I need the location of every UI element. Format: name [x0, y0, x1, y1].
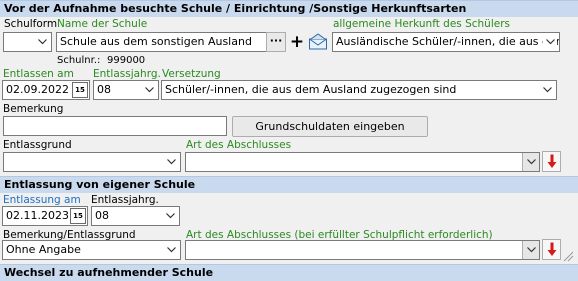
herkunft-select[interactable]: Ausländische Schüler/-innen, die aus dem… [332, 32, 560, 52]
red-down-arrow-icon[interactable] [542, 151, 561, 172]
chevron-down-icon [543, 33, 557, 51]
section-header-entlassung: Entlassung von eigener Schule [0, 176, 578, 193]
herkunft-label: allgemeine Herkunft des Schülers [333, 18, 511, 30]
schulform-label: Schulform [4, 18, 58, 30]
entlassjahrg-value: 08 [97, 83, 111, 96]
resize-grip-icon[interactable] [562, 250, 574, 262]
schulnr-value: 999000 [107, 55, 146, 66]
schulname-label: Name der Schule [57, 18, 148, 30]
entlassen-label: Entlassen am [3, 68, 74, 80]
entlassung-date-value: 02.11.2023 [6, 209, 69, 222]
entlassjahrg-label: Entlassjahrg. [93, 68, 161, 80]
versetzung-select[interactable]: Schüler/-innen, die aus dem Ausland zuge… [161, 80, 557, 100]
schulname-browse-button[interactable]: ··· [266, 32, 286, 52]
section-header-vorherige-schule: Vor der Aufnahme besuchte Schule / Einri… [0, 0, 578, 17]
abschluss-select[interactable] [185, 152, 540, 172]
schulname-field[interactable]: Schule aus dem sonstigen Ausland [56, 32, 267, 52]
chevron-down-icon [35, 33, 49, 51]
entlassjahrg2-label: Entlassjahrg. [91, 194, 159, 206]
entlassjahrg2-value: 08 [95, 209, 109, 222]
envelope-icon[interactable] [308, 33, 328, 51]
chevron-down-icon [164, 241, 178, 259]
entlassung-label: Entlassung am [3, 194, 81, 206]
entlassjahrg2-select[interactable]: 08 [91, 206, 180, 226]
versetzung-label: Versetzung [162, 68, 221, 80]
entlassjahrg-select[interactable]: 08 [93, 80, 159, 100]
bemerkung-entlassgrund-select[interactable]: Ohne Angabe [2, 240, 181, 260]
bemerkung-field[interactable] [3, 116, 227, 136]
chevron-down-icon [164, 153, 178, 171]
chevron-down-icon [540, 81, 554, 99]
herkunft-value: Ausländische Schüler/-innen, die aus dem… [336, 35, 560, 48]
entlassen-date-field[interactable]: 02.09.2022 15 [2, 80, 90, 100]
section-header-wechsel: Wechsel zu aufnehmender Schule [0, 264, 578, 281]
calendar-icon[interactable]: 15 [72, 82, 88, 98]
schulform-select[interactable] [3, 32, 52, 52]
chevron-down-icon[interactable] [522, 153, 539, 171]
grundschuldaten-button[interactable]: Grundschuldaten eingeben [232, 116, 428, 137]
entlassgrund-select[interactable] [3, 152, 181, 172]
red-down-arrow-icon[interactable] [542, 239, 561, 260]
versetzung-value: Schüler/-innen, die aus dem Ausland zuge… [165, 83, 457, 96]
abschluss-label: Art des Abschlusses [186, 139, 292, 151]
bemerkung-label: Bemerkung [3, 103, 64, 115]
calendar-icon[interactable]: 15 [70, 208, 86, 224]
chevron-down-icon [142, 81, 156, 99]
add-button[interactable]: + [289, 33, 305, 51]
schulnr-label: Schulnr.: [57, 55, 101, 66]
chevron-down-icon [163, 207, 177, 225]
chevron-down-icon[interactable] [522, 241, 539, 259]
entlassgrund-label: Entlassgrund [3, 139, 72, 151]
bemerkung-entlassgrund-value: Ohne Angabe [6, 243, 81, 256]
entlassung-date-field[interactable]: 02.11.2023 15 [2, 206, 88, 226]
abschluss2-select[interactable] [185, 240, 540, 260]
entlassen-date-value: 02.09.2022 [6, 83, 69, 96]
